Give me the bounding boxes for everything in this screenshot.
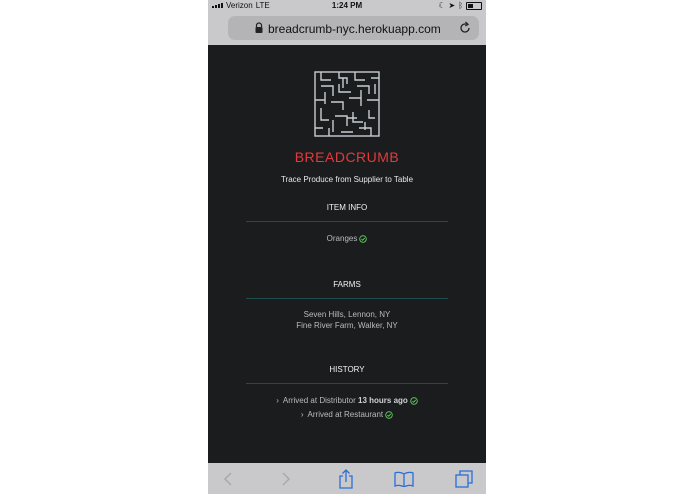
- forward-icon: [282, 472, 291, 486]
- check-circle-icon: [385, 411, 393, 419]
- bookmarks-button[interactable]: [394, 469, 414, 489]
- share-button[interactable]: [336, 469, 356, 489]
- status-bar: Verizon LTE 1:24 PM ☾ ➤ ᛒ: [208, 0, 486, 13]
- item-info-heading: ITEM INFO: [326, 203, 368, 212]
- page-content: BREADCRUMB Trace Produce from Supplier t…: [208, 45, 486, 463]
- history-heading: HISTORY: [329, 365, 365, 374]
- maze-logo-icon: [314, 71, 380, 137]
- brand-title: BREADCRUMB: [294, 149, 400, 165]
- divider: [246, 298, 448, 299]
- tabs-icon: [455, 470, 473, 488]
- forward-button[interactable]: [276, 469, 296, 489]
- address-area: breadcrumb-nyc.herokuapp.com: [208, 13, 486, 45]
- browser-toolbar: [208, 463, 486, 494]
- history-list: › Arrived at Distributor 13 hours ago › Ar…: [208, 395, 486, 420]
- history-event: › Arrived at Restaurant: [208, 409, 486, 420]
- url-text[interactable]: breadcrumb-nyc.herokuapp.com: [268, 22, 441, 36]
- status-icons: ☾ ➤ ᛒ: [438, 1, 482, 10]
- divider: [246, 383, 448, 384]
- tabs-button[interactable]: [454, 469, 474, 489]
- back-icon: [223, 472, 232, 486]
- check-circle-icon: [410, 397, 418, 405]
- reload-icon[interactable]: [458, 21, 472, 35]
- divider: [246, 221, 448, 222]
- history-event: › Arrived at Distributor 13 hours ago: [208, 395, 486, 406]
- back-button[interactable]: [218, 469, 238, 489]
- chevron-right-icon: ›: [276, 396, 279, 405]
- bluetooth-icon: ᛒ: [458, 1, 463, 10]
- item-name: Oranges: [326, 234, 358, 243]
- phone-screen: Verizon LTE 1:24 PM ☾ ➤ ᛒ breadcrumb-nyc…: [208, 0, 486, 494]
- address-bar[interactable]: breadcrumb-nyc.herokuapp.com: [228, 16, 479, 40]
- battery-icon: [466, 1, 482, 10]
- history-event-time: 13 hours ago: [358, 396, 408, 405]
- farm-list: Seven Hills, Lennon, NY Fine River Farm,…: [208, 309, 486, 331]
- history-event-label: Arrived at Distributor: [282, 396, 356, 405]
- farms-heading: FARMS: [333, 280, 361, 289]
- lock-icon: [255, 22, 263, 33]
- bookmarks-icon: [394, 471, 414, 487]
- check-circle-icon: [359, 235, 368, 243]
- item-info-row: Oranges: [208, 233, 486, 244]
- history-event-label: Arrived at Restaurant: [307, 410, 384, 419]
- farm-item: Fine River Farm, Walker, NY: [296, 321, 398, 330]
- farm-item: Seven Hills, Lennon, NY: [303, 310, 391, 319]
- share-icon: [339, 469, 353, 489]
- tagline: Trace Produce from Supplier to Table: [280, 175, 414, 184]
- chevron-right-icon: ›: [300, 410, 304, 419]
- moon-icon: ☾: [438, 1, 446, 10]
- location-icon: ➤: [448, 1, 456, 10]
